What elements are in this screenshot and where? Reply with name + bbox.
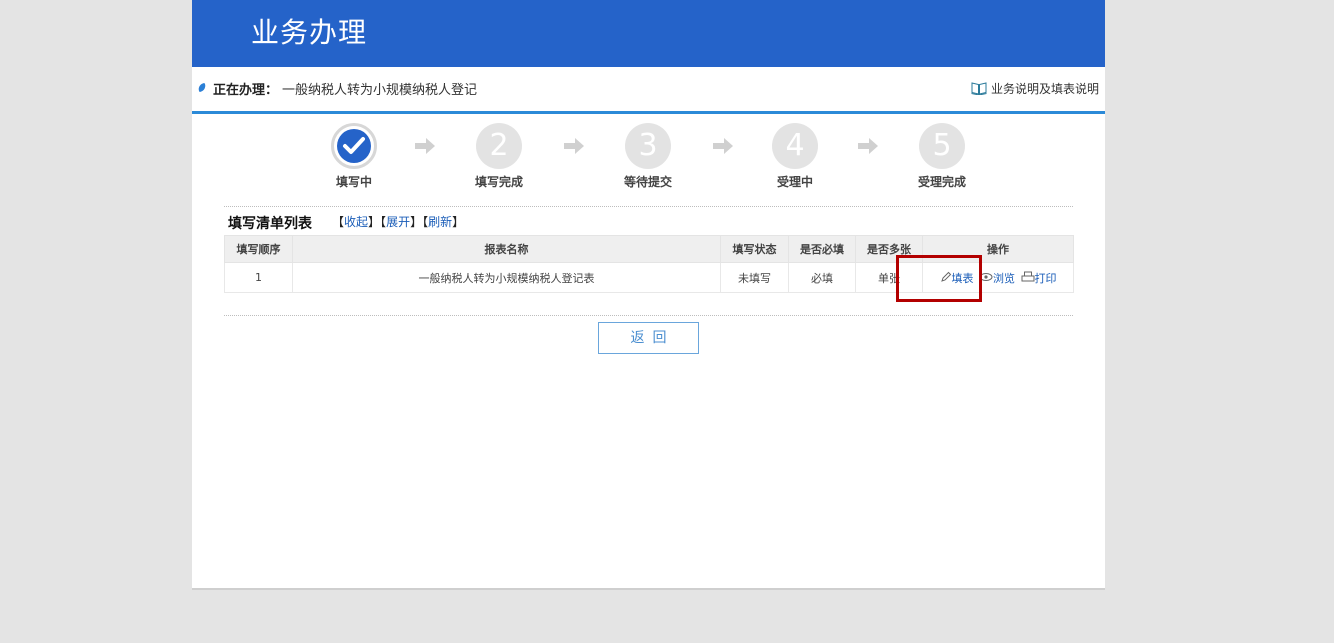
help-link[interactable]: 业务说明及填表说明 xyxy=(971,80,1099,97)
step-4-label: 受理中 xyxy=(776,175,813,189)
column-header: 填写状态 xyxy=(720,235,789,263)
row-operations: 填表 浏览 打印 xyxy=(922,262,1074,293)
arrow-right-icon xyxy=(415,138,435,154)
eye-icon xyxy=(979,272,993,281)
expand-link[interactable]: 展开 xyxy=(386,215,410,229)
row-multiple: 单张 xyxy=(855,262,923,293)
step-5: 5 受理完成 xyxy=(902,123,982,190)
pencil-icon xyxy=(940,271,951,282)
list-title: 填写清单列表 xyxy=(228,216,312,232)
fill-list-section: 填写清单列表 【收起】【展开】【刷新】 填写顺序 报表名称 填写状态 是否必填 … xyxy=(224,206,1074,293)
page-title: 业务办理 xyxy=(251,16,368,49)
back-button[interactable]: 返回 xyxy=(598,322,699,354)
printer-icon xyxy=(1021,271,1034,281)
table-row: 1 一般纳税人转为小规模纳税人登记表 未填写 必填 单张 填表 浏览 打印 xyxy=(224,262,1074,293)
step-3-circle: 3 xyxy=(625,123,671,169)
current-business-bar: 正在办理： 一般纳税人转为小规模纳税人登记 业务说明及填表说明 xyxy=(192,67,1105,114)
step-4-circle: 4 xyxy=(772,123,818,169)
browse-label: 浏览 xyxy=(993,271,1015,285)
progress-steps: 填写中 2 填写完成 3 等待提交 4 受理中 5 受理完成 xyxy=(192,123,1105,193)
print-label: 打印 xyxy=(1034,271,1057,285)
step-2-label: 填写完成 xyxy=(474,175,523,189)
arrow-right-icon xyxy=(858,138,878,154)
refresh-link[interactable]: 刷新 xyxy=(428,215,452,229)
help-link-label: 业务说明及填表说明 xyxy=(990,82,1099,96)
step-1-label: 填写中 xyxy=(335,175,372,189)
leaf-icon xyxy=(197,82,207,93)
form-list-table: 填写顺序 报表名称 填写状态 是否必填 是否多张 操作 1 一般纳税人转为小规模… xyxy=(224,235,1074,293)
list-actions: 【收起】【展开】【刷新】 xyxy=(332,213,464,230)
browse-link[interactable]: 浏览 xyxy=(979,272,1019,285)
collapse-link[interactable]: 收起 xyxy=(344,215,368,229)
step-5-label: 受理完成 xyxy=(917,175,966,189)
row-form-name: 一般纳税人转为小规模纳税人登记表 xyxy=(292,262,721,293)
row-status: 未填写 xyxy=(720,262,789,293)
step-2: 2 填写完成 xyxy=(459,123,539,190)
step-3-label: 等待提交 xyxy=(623,175,672,189)
column-header: 操作 xyxy=(922,235,1074,263)
table-header-row: 填写顺序 报表名称 填写状态 是否必填 是否多张 操作 xyxy=(224,235,1074,263)
column-header: 报表名称 xyxy=(292,235,721,263)
step-1-circle xyxy=(331,123,377,169)
list-title-bar: 填写清单列表 【收起】【展开】【刷新】 xyxy=(224,207,1073,235)
book-icon xyxy=(971,82,987,95)
print-link[interactable]: 打印 xyxy=(1021,271,1057,285)
header-bar: 业务办理 xyxy=(192,0,1105,67)
divider xyxy=(224,315,1073,316)
arrow-right-icon xyxy=(564,138,584,154)
bracket: 【 xyxy=(332,215,345,229)
bracket: 】 xyxy=(410,215,423,229)
step-5-circle: 5 xyxy=(919,123,965,169)
fill-form-label: 填表 xyxy=(951,271,974,285)
current-business-value: 一般纳税人转为小规模纳税人登记 xyxy=(282,83,478,98)
step-4: 4 受理中 xyxy=(755,123,835,190)
step-2-circle: 2 xyxy=(476,123,522,169)
column-header: 填写顺序 xyxy=(224,235,293,263)
arrow-right-icon xyxy=(713,138,733,154)
fill-form-link[interactable]: 填表 xyxy=(940,271,978,285)
current-business-label: 正在办理： xyxy=(213,83,279,98)
step-1: 填写中 xyxy=(314,123,394,190)
bracket: 】 xyxy=(452,215,465,229)
check-icon xyxy=(343,137,365,154)
row-order: 1 xyxy=(224,262,293,293)
bracket: 】 xyxy=(368,215,381,229)
column-header: 是否必填 xyxy=(788,235,856,263)
row-required: 必填 xyxy=(788,262,856,293)
column-header: 是否多张 xyxy=(855,235,923,263)
step-3: 3 等待提交 xyxy=(608,123,688,190)
app-window: 业务办理 正在办理： 一般纳税人转为小规模纳税人登记 业务说明及填表说明 填写中 xyxy=(192,0,1105,590)
